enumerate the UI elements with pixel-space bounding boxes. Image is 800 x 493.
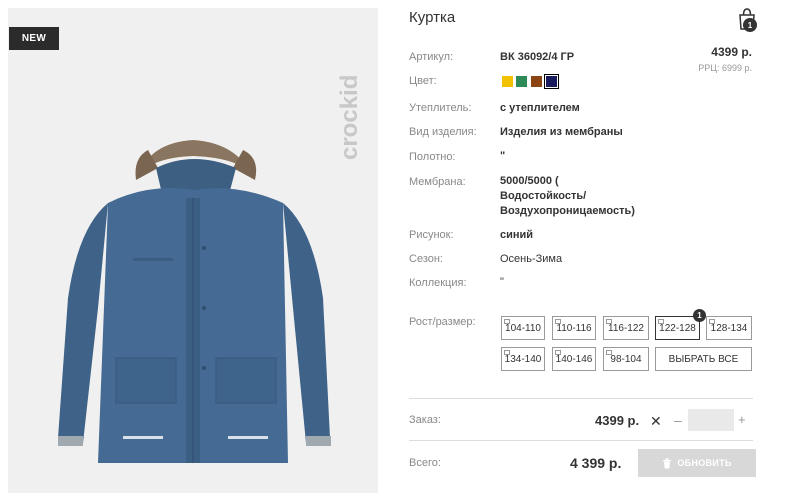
divider: [409, 440, 753, 441]
divider: [409, 398, 753, 399]
insulation-value: с утеплителем: [500, 102, 580, 114]
fabric-label: Полотно:: [409, 151, 456, 163]
quantity-input[interactable]: [688, 409, 734, 431]
size-label: Рост/размер:: [409, 316, 476, 328]
membrane-value-line2: Водостойкость/: [500, 190, 587, 202]
product-title: Куртка: [409, 9, 456, 26]
decrease-quantity-button[interactable]: –: [674, 412, 682, 428]
collection-label: Коллекция:: [409, 277, 467, 289]
season-value: Осень-Зима: [500, 253, 563, 265]
total-value: 4 399 р.: [570, 455, 622, 471]
color-swatch-navy[interactable]: [544, 74, 559, 89]
collection-value: ": [500, 276, 504, 288]
order-price: 4399 р.: [595, 413, 640, 428]
season-label: Сезон:: [409, 253, 443, 265]
size-option-140-146[interactable]: 140-146: [552, 347, 596, 371]
membrane-label: Мембрана:: [409, 176, 466, 188]
size-option-110-116[interactable]: 110-116: [552, 316, 596, 340]
color-swatch-brown[interactable]: [531, 76, 542, 87]
product-price: 4399 р.: [711, 45, 752, 59]
size-option-128-134[interactable]: 128-134: [706, 316, 752, 340]
type-value: Изделия из мембраны: [500, 126, 623, 138]
color-label: Цвет:: [409, 75, 437, 87]
membrane-value-line3: Воздухопроницаемость): [500, 205, 635, 217]
size-option-116-122[interactable]: 116-122: [603, 316, 649, 340]
cart-count-badge: 1: [743, 18, 757, 32]
article-value: ВК 36092/4 ГР: [500, 51, 575, 63]
order-label: Заказ:: [409, 414, 441, 426]
size-option-122-128[interactable]: 122-128: [655, 316, 700, 340]
remove-icon[interactable]: ✕: [650, 413, 662, 430]
selected-size-count-badge: 1: [693, 309, 706, 322]
fabric-value: ": [500, 150, 506, 162]
total-label: Всего:: [409, 457, 441, 469]
pattern-label: Рисунок:: [409, 229, 454, 241]
trash-icon: [663, 458, 672, 468]
jacket-illustration: [58, 140, 331, 463]
size-option-98-104[interactable]: 98-104: [603, 347, 649, 371]
select-all-sizes-button[interactable]: ВЫБРАТЬ ВСЕ: [655, 347, 752, 371]
membrane-value-line1: 5000/5000 (: [500, 175, 559, 187]
color-swatch-green[interactable]: [516, 76, 527, 87]
insulation-label: Утеплитель:: [409, 102, 472, 114]
update-button[interactable]: ОБНОВИТЬ: [638, 449, 756, 477]
color-swatch-yellow[interactable]: [502, 76, 513, 87]
product-image[interactable]: NEW crockid: [8, 8, 378, 493]
new-badge: NEW: [9, 27, 59, 50]
size-option-134-140[interactable]: 134-140: [501, 347, 545, 371]
increase-quantity-button[interactable]: +: [738, 412, 746, 427]
article-label: Артикул:: [409, 51, 454, 63]
pattern-value: синий: [500, 229, 534, 241]
type-label: Вид изделия:: [409, 126, 477, 138]
recommended-price: РРЦ: 6999 р.: [698, 63, 752, 73]
size-option-104-110[interactable]: 104-110: [501, 316, 545, 340]
